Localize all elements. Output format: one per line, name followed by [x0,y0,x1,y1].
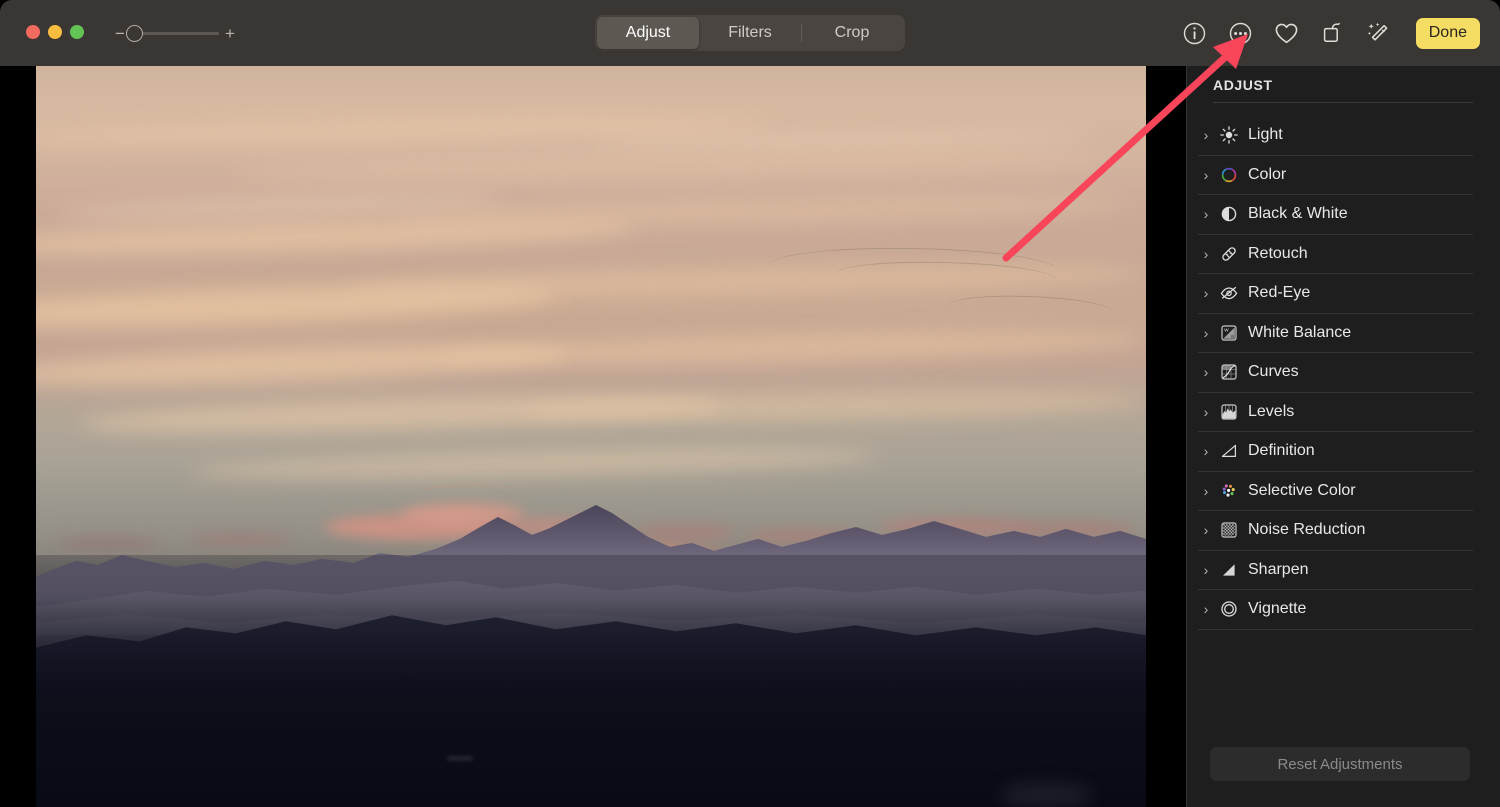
chevron-right-icon[interactable]: › [1198,562,1214,578]
photo-image[interactable] [36,66,1146,807]
edit-mode-segmented-control[interactable]: Adjust Filters Crop [595,15,905,51]
close-window-button[interactable] [26,25,40,39]
svg-text:B: B [1231,334,1234,339]
sidebar-item-label: White Balance [1248,323,1352,341]
window-titlebar: − + Adjust Filters Crop Done [0,0,1500,66]
zoom-slider-track[interactable] [126,23,219,43]
sidebar-item-label: Retouch [1248,244,1308,262]
sidebar-item-label: Sharpen [1248,560,1309,578]
chevron-right-icon[interactable]: › [1198,364,1214,380]
sidebar-item-label: Color [1248,165,1287,183]
chevron-right-icon[interactable]: › [1198,443,1214,459]
chevron-right-icon[interactable]: › [1198,404,1214,420]
sidebar-item-color[interactable]: › Color [1198,156,1473,195]
zoom-out-label[interactable]: − [113,25,127,42]
toolbar-actions: Done [1180,15,1480,51]
tab-crop-label: Crop [834,24,870,41]
sidebar-item-label: Light [1248,126,1283,144]
brightness-sun-icon [1219,125,1239,145]
chevron-right-icon[interactable]: › [1198,325,1214,341]
definition-icon [1219,441,1239,461]
levels-histogram-icon [1219,402,1239,422]
sidebar-item-selective-color[interactable]: › Selective Color [1198,472,1473,511]
auto-enhance-wand-icon[interactable] [1364,18,1394,48]
zoom-slider-rail [131,32,219,35]
sharpen-icon [1219,560,1239,580]
photo-canvas [0,66,1186,807]
zoom-in-label[interactable]: + [223,25,237,42]
sidebar-item-light[interactable]: › Light [1198,116,1473,156]
tab-crop[interactable]: Crop [801,17,903,49]
sidebar-item-label: Vignette [1248,600,1307,618]
zoom-slider-control[interactable]: − + [113,23,237,43]
traffic-lights [26,25,84,39]
sidebar-item-sharpen[interactable]: › Sharpen [1198,551,1473,590]
sidebar-item-retouch[interactable]: › Retouch [1198,235,1473,274]
sidebar-item-red-eye[interactable]: › Red-Eye [1198,274,1473,314]
sidebar-item-label: Black & White [1248,205,1348,223]
photo-foreground-dark [36,688,1146,807]
tab-adjust-label: Adjust [625,24,671,41]
more-options-icon[interactable] [1226,18,1256,48]
chevron-right-icon[interactable]: › [1198,483,1214,499]
sidebar-item-levels[interactable]: › Levels [1198,393,1473,432]
chevron-right-icon[interactable]: › [1198,246,1214,262]
sidebar-item-noise-reduction[interactable]: › Noise Reduction [1198,511,1473,551]
zoom-slider-knob[interactable] [126,25,143,42]
black-white-circle-icon [1219,204,1239,224]
color-wheel-icon [1219,165,1239,185]
tab-filters[interactable]: Filters [699,17,801,49]
tab-adjust[interactable]: Adjust [597,17,699,49]
red-eye-icon [1219,283,1239,303]
done-button[interactable]: Done [1415,17,1480,49]
retouch-bandage-icon [1219,244,1239,264]
sidebar-item-black-and-white[interactable]: › Black & White [1198,195,1473,235]
sidebar-item-label: Noise Reduction [1248,521,1366,539]
chevron-right-icon[interactable]: › [1198,206,1214,222]
white-balance-icon: W B [1219,323,1239,343]
reset-adjustments-button[interactable]: Reset Adjustments [1210,747,1470,781]
sidebar-item-label: Red-Eye [1248,284,1311,302]
chevron-right-icon[interactable]: › [1198,127,1214,143]
vignette-icon [1219,599,1239,619]
chevron-right-icon[interactable]: › [1198,522,1214,538]
tab-filters-label: Filters [728,24,772,41]
chevron-right-icon[interactable]: › [1198,167,1214,183]
sidebar-item-label: Curves [1248,363,1299,381]
minimize-window-button[interactable] [48,25,62,39]
rotate-icon[interactable] [1318,18,1348,48]
info-icon[interactable] [1180,18,1210,48]
sidebar-item-label: Levels [1248,402,1295,420]
sidebar-item-curves[interactable]: › Curves [1198,353,1473,393]
sidebar-item-label: Definition [1248,442,1315,460]
sidebar-item-white-balance[interactable]: › W B White Balance [1198,314,1473,353]
selective-color-icon [1219,481,1239,501]
photos-editor-window: − + Adjust Filters Crop Done ADJUST › Li… [0,0,1500,807]
svg-text:W: W [1224,327,1229,332]
noise-reduction-icon [1219,520,1239,540]
maximize-window-button[interactable] [70,25,84,39]
sidebar-item-label: Selective Color [1248,481,1356,499]
adjust-sidebar: ADJUST › Light › Color › Black & White ›… [1186,66,1500,807]
favorite-heart-icon[interactable] [1272,18,1302,48]
sidebar-title-rule [1213,102,1473,103]
curves-icon [1219,362,1239,382]
chevron-right-icon[interactable]: › [1198,601,1214,617]
sidebar-title: ADJUST [1213,77,1273,93]
sidebar-item-definition[interactable]: › Definition [1198,432,1473,472]
sidebar-item-vignette[interactable]: › Vignette [1198,590,1473,630]
chevron-right-icon[interactable]: › [1198,285,1214,301]
adjustment-list: › Light › Color › Black & White › Retouc… [1186,116,1500,630]
